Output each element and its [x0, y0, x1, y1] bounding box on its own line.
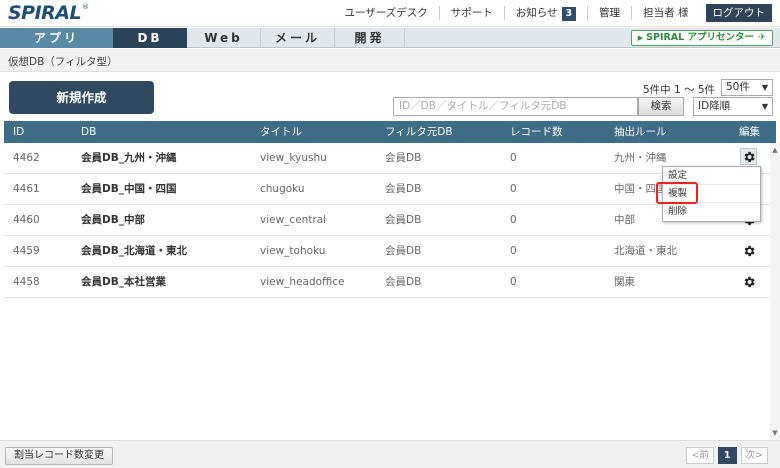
app-center-label: SPIRAL アプリセンター	[646, 32, 755, 43]
link-notices[interactable]: お知らせ 3	[505, 5, 589, 21]
menu-item-settings[interactable]: 設定	[663, 167, 760, 185]
cell-db[interactable]: 会員DB_本社営業	[81, 267, 166, 297]
chevron-down-icon: ▼	[761, 102, 768, 111]
allocate-records-button[interactable]: 割当レコード数変更	[5, 447, 113, 465]
pagination: <前 1 次>	[682, 447, 768, 464]
cell-id: 4458	[13, 276, 40, 288]
cell-record-count: 0	[510, 214, 517, 226]
search-button[interactable]: 検索	[638, 97, 684, 116]
cell-extract-rule: 中部	[614, 214, 635, 226]
breadcrumb-bar: 仮想DB（フィルタ型）	[0, 49, 780, 72]
gear-icon[interactable]	[740, 148, 757, 165]
per-page-select[interactable]: 50件 ▼	[721, 79, 773, 96]
footer-bar: 割当レコード数変更 <前 1 次>	[0, 440, 780, 468]
cell-db[interactable]: 会員DB_中国・四国	[81, 174, 176, 204]
cell-record-count: 0	[510, 152, 517, 164]
table-row[interactable]: 4458 会員DB_本社営業 view_headoffice 会員DB 0 関東	[4, 267, 776, 298]
menu-item-duplicate[interactable]: 複製	[663, 185, 760, 203]
edit-dropdown-menu: 設定 複製 削除	[662, 166, 761, 222]
page-number[interactable]: 1	[717, 447, 737, 464]
col-record-count[interactable]: レコード数	[510, 121, 563, 143]
per-page-value: 50件	[726, 81, 750, 93]
notice-count-badge: 3	[561, 6, 577, 21]
col-source-db[interactable]: フィルタ元DB	[385, 121, 453, 143]
new-create-button[interactable]: 新規作成	[9, 81, 154, 114]
cell-title: view_kyushu	[260, 152, 327, 164]
gear-icon[interactable]	[742, 244, 756, 258]
triangle-right-icon: ▶	[637, 34, 644, 42]
link-users-desk[interactable]: ユーザーズデスク	[333, 6, 440, 20]
logo-text: SPIRAL	[8, 2, 82, 24]
cell-id: 4462	[13, 152, 40, 164]
cell-record-count: 0	[510, 183, 517, 195]
col-id[interactable]: ID	[13, 121, 24, 143]
cell-source-db: 会員DB	[385, 214, 422, 226]
main-nav: アプリ DB Web メール 開発 ▶ SPIRAL アプリセンター ✈	[0, 28, 780, 48]
cell-extract-rule: 北海道・東北	[614, 245, 677, 257]
leaf-icon: ✈	[758, 32, 766, 43]
cell-extract-rule: 関東	[614, 276, 635, 288]
tab-dev[interactable]: 開発	[335, 28, 405, 48]
cell-title: view_headoffice	[260, 276, 345, 288]
table-row[interactable]: 4460 会員DB_中部 view_central 会員DB 0 中部	[4, 205, 776, 236]
sort-select[interactable]: ID降順 ▼	[693, 97, 773, 116]
top-links: ユーザーズデスク サポート お知らせ 3 管理 担当者 様 ログアウト	[333, 4, 772, 22]
app-center-button[interactable]: ▶ SPIRAL アプリセンター ✈	[630, 30, 773, 46]
breadcrumb: 仮想DB（フィルタ型）	[8, 56, 118, 68]
cell-source-db: 会員DB	[385, 152, 422, 164]
search-input[interactable]: ID／DB／タイトル／フィルタ元DB	[393, 97, 638, 116]
cell-source-db: 会員DB	[385, 276, 422, 288]
link-admin[interactable]: 管理	[588, 6, 633, 20]
gear-icon[interactable]	[742, 275, 756, 289]
next-page-button[interactable]: 次>	[740, 447, 768, 464]
col-db[interactable]: DB	[81, 121, 96, 143]
cell-record-count: 0	[510, 245, 517, 257]
cell-source-db: 会員DB	[385, 183, 422, 195]
cell-id: 4460	[13, 214, 40, 226]
col-edit: 編集	[739, 126, 760, 138]
table-row[interactable]: 4462 会員DB_九州・沖縄 view_kyushu 会員DB 0 九州・沖縄	[4, 143, 776, 174]
vertical-scrollbar[interactable]: ▲ ▼	[770, 143, 780, 440]
scroll-down-icon[interactable]: ▼	[770, 428, 780, 438]
table-row[interactable]: 4461 会員DB_中国・四国 chugoku 会員DB 0 中国・四国	[4, 174, 776, 205]
link-support[interactable]: サポート	[440, 6, 505, 20]
chevron-down-icon: ▼	[761, 83, 768, 92]
cell-id: 4459	[13, 245, 40, 257]
cell-title: chugoku	[260, 183, 305, 195]
user-name[interactable]: 担当者 様	[632, 6, 699, 20]
cell-db[interactable]: 会員DB_中部	[81, 205, 145, 235]
record-count-info: 5件中 1 ～ 5件	[643, 84, 716, 96]
menu-item-delete[interactable]: 削除	[663, 203, 760, 221]
tab-app[interactable]: アプリ	[0, 28, 113, 48]
tab-db[interactable]: DB	[113, 28, 187, 48]
table-row[interactable]: 4459 会員DB_北海道・東北 view_tohoku 会員DB 0 北海道・…	[4, 236, 776, 267]
cell-extract-rule: 中国・四国	[614, 183, 667, 195]
col-extract-rule[interactable]: 抽出ルール	[614, 121, 667, 143]
cell-title: view_central	[260, 214, 327, 226]
logo-registered-mark: ®	[82, 3, 90, 11]
spiral-logo[interactable]: SPIRAL ®	[8, 2, 90, 24]
table-header: ID DB タイトル フィルタ元DB レコード数 抽出ルール 編集	[4, 121, 776, 143]
notices-label: お知らせ	[515, 6, 558, 19]
logout-button[interactable]: ログアウト	[705, 4, 772, 22]
prev-page-button[interactable]: <前	[686, 447, 714, 464]
sort-value: ID降順	[698, 100, 731, 112]
cell-source-db: 会員DB	[385, 245, 422, 257]
tab-web[interactable]: Web	[187, 28, 261, 48]
scroll-up-icon[interactable]: ▲	[770, 145, 780, 155]
cell-extract-rule: 九州・沖縄	[614, 152, 667, 164]
tab-mail[interactable]: メール	[261, 28, 335, 48]
cell-title: view_tohoku	[260, 245, 326, 257]
cell-id: 4461	[13, 183, 40, 195]
cell-db[interactable]: 会員DB_九州・沖縄	[81, 143, 176, 173]
top-header: SPIRAL ® ユーザーズデスク サポート お知らせ 3 管理 担当者 様 ログ…	[0, 0, 780, 27]
cell-db[interactable]: 会員DB_北海道・東北	[81, 236, 187, 266]
cell-record-count: 0	[510, 276, 517, 288]
col-title[interactable]: タイトル	[260, 121, 302, 143]
